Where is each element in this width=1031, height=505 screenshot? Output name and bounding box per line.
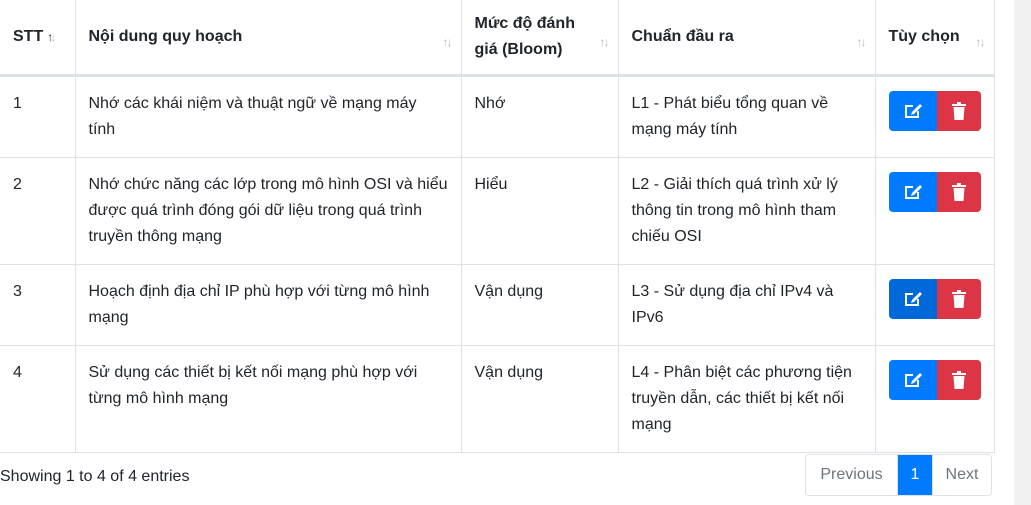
- sort-icon: ↑↓: [599, 35, 610, 50]
- cell-outcome: L2 - Giải thích quá trình xử lý thông ti…: [618, 157, 876, 265]
- delete-button[interactable]: [936, 279, 981, 319]
- cell-outcome: L4 - Phân biệt các phương tiện truyền dẫ…: [618, 345, 876, 453]
- next-page-button[interactable]: Next: [932, 455, 991, 495]
- entries-info: Showing 1 to 4 of 4 entries: [0, 468, 190, 485]
- delete-button[interactable]: [936, 360, 981, 400]
- edit-button[interactable]: [888, 172, 937, 212]
- cell-outcome: L3 - Sử dụng địa chỉ IPv4 và IPv6: [618, 264, 876, 346]
- trash-icon: [951, 102, 966, 120]
- cell-stt: 3: [0, 264, 76, 346]
- row-actions: [888, 91, 981, 131]
- cell-level: Vận dụng: [461, 264, 619, 346]
- edit-icon: [904, 185, 922, 199]
- sort-icon: ↑↓: [442, 35, 453, 50]
- cell-outcome: L1 - Phát biểu tổng quan về mạng máy tín…: [618, 75, 876, 158]
- table-header-row: STT ↑↓ Nội dung quy hoạch ↑↓ Mức độ đánh …: [0, 0, 995, 77]
- page-1-button[interactable]: 1: [898, 455, 932, 495]
- column-header-stt[interactable]: STT ↑↓: [0, 0, 76, 77]
- delete-button[interactable]: [936, 172, 981, 212]
- sort-icon: ↑↓: [856, 35, 867, 50]
- column-header-level[interactable]: Mức độ đánh giá (Bloom) ↑↓: [461, 0, 619, 77]
- edit-icon: [904, 373, 922, 387]
- cell-content: Hoạch định địa chỉ IP phù hợp với từng m…: [75, 264, 462, 346]
- cell-content: Nhớ các khái niệm và thuật ngữ về mạng m…: [75, 75, 462, 158]
- trash-icon: [951, 371, 966, 389]
- vertical-scrollbar[interactable]: [1014, 0, 1031, 505]
- cell-options: [875, 264, 995, 346]
- cell-options: [875, 75, 995, 158]
- cell-content: Nhớ chức năng các lớp trong mô hình OSI …: [75, 157, 462, 265]
- cell-content: Sử dụng các thiết bị kết nối mạng phù hợ…: [75, 345, 462, 453]
- trash-icon: [951, 183, 966, 201]
- edit-icon: [904, 104, 922, 118]
- table-row: 3 Hoạch định địa chỉ IP phù hợp với từng…: [0, 264, 995, 346]
- table-row: 4 Sử dụng các thiết bị kết nối mạng phù …: [0, 345, 995, 453]
- row-actions: [888, 360, 981, 400]
- trash-icon: [951, 290, 966, 308]
- pagination: Previous 1 Next: [805, 454, 992, 496]
- data-table: STT ↑↓ Nội dung quy hoạch ↑↓ Mức độ đánh …: [0, 0, 995, 453]
- table-row: 2 Nhớ chức năng các lớp trong mô hình OS…: [0, 157, 995, 265]
- cell-level: Nhớ: [461, 75, 619, 158]
- table-row: 1 Nhớ các khái niệm và thuật ngữ về mạng…: [0, 75, 995, 158]
- cell-options: [875, 345, 995, 453]
- previous-page-button[interactable]: Previous: [806, 455, 898, 495]
- column-header-outcome[interactable]: Chuẩn đầu ra ↑↓: [618, 0, 876, 77]
- column-header-options[interactable]: Tùy chọn ↑↓: [875, 0, 995, 77]
- edit-icon: [904, 292, 922, 306]
- row-actions: [888, 172, 981, 212]
- cell-stt: 1: [0, 75, 76, 158]
- data-table-wrapper: STT ↑↓ Nội dung quy hoạch ↑↓ Mức độ đánh …: [0, 0, 995, 453]
- sort-icon: ↑↓: [975, 35, 986, 50]
- row-actions: [888, 279, 981, 319]
- column-header-content[interactable]: Nội dung quy hoạch ↑↓: [75, 0, 462, 77]
- cell-stt: 4: [0, 345, 76, 453]
- sort-asc-icon: ↑↓: [47, 30, 56, 44]
- cell-level: Vận dụng: [461, 345, 619, 453]
- edit-button[interactable]: [888, 360, 937, 400]
- delete-button[interactable]: [936, 91, 981, 131]
- cell-options: [875, 157, 995, 265]
- edit-button[interactable]: [888, 279, 937, 319]
- cell-level: Hiểu: [461, 157, 619, 265]
- edit-button[interactable]: [888, 91, 937, 131]
- cell-stt: 2: [0, 157, 76, 265]
